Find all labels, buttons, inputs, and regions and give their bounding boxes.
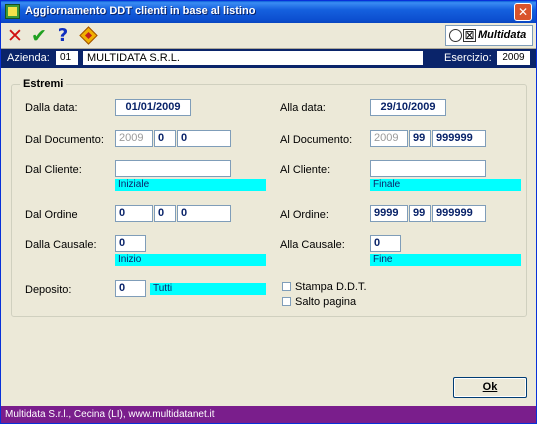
azienda-label: Azienda: [7,52,50,64]
title-bar: Aggiornamento DDT clienti in base al lis… [1,1,536,23]
estremi-group: Estremi [11,78,527,317]
stampa-ddt-checkbox[interactable] [282,282,291,291]
esercizio-label: Esercizio: [444,52,492,64]
status-bar: Multidata S.r.l., Cecina (LI), www.multi… [1,406,536,423]
alla-causale-label: Alla Causale: [280,239,345,251]
al-ordine-label: Al Ordine: [280,209,329,221]
al-documento-series[interactable]: 99 [409,130,431,147]
dal-cliente-label: Dal Cliente: [25,164,82,176]
salto-pagina-checkbox[interactable] [282,297,291,306]
dalla-causale-field[interactable]: 0 [115,235,146,252]
al-cliente-desc: Finale [370,179,521,191]
dal-cliente-desc: Iniziale [115,179,266,191]
dal-ordine-year[interactable]: 0 [115,205,153,222]
dal-ordine-series[interactable]: 0 [154,205,176,222]
al-documento-year[interactable]: 2009 [370,130,408,147]
azienda-bar: Azienda: 01 MULTIDATA S.R.L. Esercizio: … [1,49,536,68]
dal-documento-number[interactable]: 0 [177,130,231,147]
logo-cross-icon: ⊠ [463,28,476,42]
cancel-icon[interactable]: ✕ [4,26,26,46]
logo-text: Multidata [478,29,527,41]
alla-data-label: Alla data: [280,102,326,114]
help-icon[interactable]: ? [52,26,74,46]
app-icon [5,4,20,19]
confirm-icon[interactable]: ✔ [28,26,50,46]
logo-circle-icon [449,29,462,42]
al-cliente-field[interactable] [370,160,486,177]
main-window: Aggiornamento DDT clienti in base al lis… [0,0,537,424]
multidata-logo: ⊠ Multidata [445,25,533,46]
deposito-desc: Tutti [150,283,266,295]
tool-icon[interactable] [78,26,100,46]
al-ordine-series[interactable]: 99 [409,205,431,222]
al-documento-number[interactable]: 999999 [432,130,486,147]
azienda-code: 01 [56,51,78,65]
alla-causale-desc: Fine [370,254,521,266]
dalla-causale-label: Dalla Causale: [25,239,97,251]
stampa-ddt-label: Stampa D.D.T. [295,281,367,293]
esercizio-value: 2009 [497,51,530,65]
window-title: Aggiornamento DDT clienti in base al lis… [25,5,256,17]
group-title: Estremi [20,78,67,90]
dal-documento-year[interactable]: 2009 [115,130,153,147]
dalla-data-field[interactable]: 01/01/2009 [115,99,191,116]
al-ordine-year[interactable]: 9999 [370,205,408,222]
dal-ordine-label: Dal Ordine [25,209,78,221]
salto-pagina-label: Salto pagina [295,296,357,308]
dal-documento-label: Dal Documento: [25,134,104,146]
alla-causale-field[interactable]: 0 [370,235,401,252]
dalla-data-label: Dalla data: [25,102,78,114]
alla-data-field[interactable]: 29/10/2009 [370,99,446,116]
deposito-field[interactable]: 0 [115,280,146,297]
azienda-name: MULTIDATA S.R.L. [83,51,423,65]
deposito-label: Deposito: [25,284,72,296]
al-ordine-number[interactable]: 999999 [432,205,486,222]
dal-cliente-field[interactable] [115,160,231,177]
dal-ordine-number[interactable]: 0 [177,205,231,222]
dalla-causale-desc: Inizio [115,254,266,266]
close-button[interactable]: ✕ [514,3,532,21]
ok-button[interactable]: Ok [453,377,527,398]
al-cliente-label: Al Cliente: [280,164,331,176]
dal-documento-series[interactable]: 0 [154,130,176,147]
toolbar: ✕ ✔ ? ⊠ Multidata [1,23,536,49]
al-documento-label: Al Documento: [280,134,353,146]
